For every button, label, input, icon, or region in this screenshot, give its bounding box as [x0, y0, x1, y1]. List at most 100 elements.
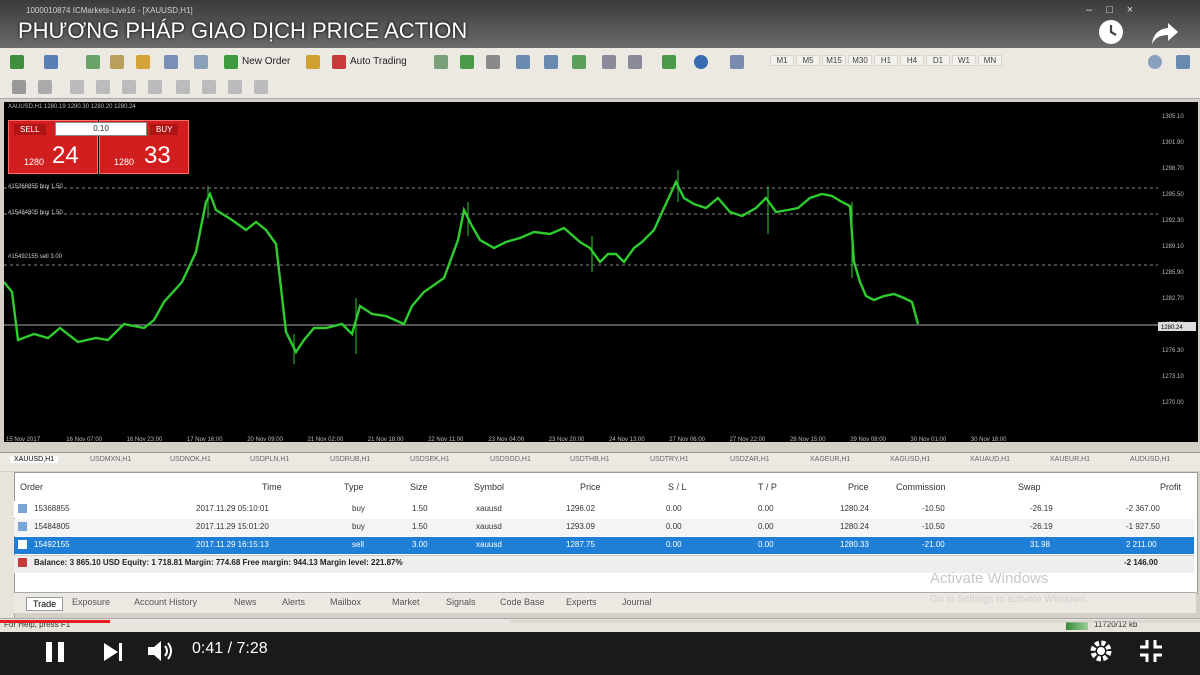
strategy-tester-icon[interactable]	[194, 55, 208, 69]
horizontal-line-icon[interactable]	[96, 80, 110, 94]
window-controls[interactable]: –□×	[1086, 4, 1147, 16]
terminal-tab[interactable]: News	[234, 597, 257, 607]
text-tool-icon[interactable]	[202, 80, 216, 94]
chart-tab[interactable]: USDSEK,H1	[410, 456, 450, 463]
cursor-icon[interactable]	[12, 80, 26, 94]
timeframe-h1[interactable]: H1	[874, 55, 898, 66]
chat-icon[interactable]	[1176, 55, 1190, 69]
column-header[interactable]: Symbol	[474, 482, 504, 492]
buy-price-prefix: 1280	[114, 157, 135, 167]
navigator-icon[interactable]	[136, 55, 150, 69]
table-row-selected[interactable]	[14, 537, 1194, 554]
chart-tab[interactable]: XAGUSD,H1	[890, 456, 930, 463]
profiles-icon[interactable]	[44, 55, 58, 69]
vertical-line-icon[interactable]	[70, 80, 84, 94]
column-header[interactable]: Time	[262, 482, 282, 492]
timeframe-w1[interactable]: W1	[952, 55, 976, 66]
terminal-tab[interactable]: Mailbox	[330, 597, 361, 607]
templates-icon[interactable]	[730, 55, 744, 69]
arrows-icon[interactable]	[254, 80, 268, 94]
volume-icon[interactable]	[146, 639, 176, 663]
date-tick-label: 23 Nov 20:00	[549, 437, 585, 443]
table-row[interactable]	[14, 519, 1194, 536]
timeframe-d1[interactable]: D1	[926, 55, 950, 66]
crosshair-icon[interactable]	[38, 80, 52, 94]
chart-tab[interactable]: USDNOK,H1	[170, 456, 211, 463]
buy-label[interactable]: BUY	[150, 124, 179, 135]
column-header[interactable]: Order	[20, 482, 43, 492]
share-icon[interactable]	[1150, 20, 1180, 46]
chart-tab[interactable]: USDTRY,H1	[650, 456, 689, 463]
balance-summary: Balance: 3 865.10 USD Equity: 1 718.81 M…	[34, 558, 403, 567]
cell-sl: 0.00	[666, 522, 682, 531]
exit-fullscreen-icon[interactable]	[1138, 638, 1164, 664]
chart-shift-icon[interactable]	[602, 55, 616, 69]
pause-icon[interactable]	[44, 640, 68, 664]
indicators-icon[interactable]	[662, 55, 676, 69]
new-chart-icon[interactable]	[10, 55, 24, 69]
data-window-icon[interactable]	[110, 55, 124, 69]
search-icon[interactable]	[1148, 55, 1162, 69]
terminal-tab[interactable]: Signals	[446, 597, 476, 607]
terminal-tab[interactable]: Account History	[134, 597, 197, 607]
column-header[interactable]: Size	[410, 482, 428, 492]
column-header[interactable]: Commission	[896, 482, 946, 492]
terminal-tab[interactable]: Code Base	[500, 597, 545, 607]
timeframe-h4[interactable]: H4	[900, 55, 924, 66]
date-tick-label: 24 Nov 13:00	[609, 437, 645, 443]
chart-tab[interactable]: AUDUSD,H1	[1130, 456, 1170, 463]
column-header[interactable]: S / L	[668, 482, 687, 492]
chart-tab[interactable]: USDTHB,H1	[570, 456, 610, 463]
chart-tab[interactable]: XAGEUR,H1	[810, 456, 850, 463]
timeframe-m1[interactable]: M1	[770, 55, 794, 66]
table-row[interactable]	[14, 501, 1194, 518]
video-title[interactable]: PHƯƠNG PHÁP GIAO DỊCH PRICE ACTION	[18, 18, 467, 44]
chart-tab[interactable]: USDZAR,H1	[730, 456, 770, 463]
next-icon[interactable]	[102, 641, 124, 663]
terminal-tab[interactable]: Alerts	[282, 597, 305, 607]
line-chart-icon[interactable]	[486, 55, 500, 69]
chart-tab[interactable]: USDSGD,H1	[490, 456, 531, 463]
column-header[interactable]: Price	[848, 482, 869, 492]
terminal-tab[interactable]: Market	[392, 597, 420, 607]
periods-icon[interactable]	[694, 55, 708, 69]
terminal-tab[interactable]: Experts	[566, 597, 597, 607]
new-order-button[interactable]: New Order	[242, 56, 290, 67]
chart-tab[interactable]: XAUAUD,H1	[970, 456, 1010, 463]
chart-tab[interactable]: XAUEUR,H1	[1050, 456, 1090, 463]
metaeditor-icon[interactable]	[306, 55, 320, 69]
column-header[interactable]: Price	[580, 482, 601, 492]
chart-tab[interactable]: USDPLN,H1	[250, 456, 289, 463]
terminal-tab[interactable]: Trade	[26, 597, 64, 611]
timeframe-m15[interactable]: M15	[822, 55, 846, 66]
zoom-out-icon[interactable]	[544, 55, 558, 69]
market-watch-icon[interactable]	[86, 55, 100, 69]
bar-chart-icon[interactable]	[434, 55, 448, 69]
chart-tab[interactable]: XAUUSD,H1	[10, 456, 59, 463]
sell-label[interactable]: SELL	[14, 124, 46, 135]
column-header[interactable]: Profit	[1160, 482, 1181, 492]
text-label-icon[interactable]	[228, 80, 242, 94]
column-header[interactable]: Type	[344, 482, 364, 492]
timeframe-m5[interactable]: M5	[796, 55, 820, 66]
autoscroll-icon[interactable]	[628, 55, 642, 69]
trendline-icon[interactable]	[122, 80, 136, 94]
zoom-in-icon[interactable]	[516, 55, 530, 69]
terminal-tab[interactable]: Journal	[622, 597, 652, 607]
auto-trading-button[interactable]: Auto Trading	[350, 56, 407, 67]
watch-later-icon[interactable]	[1097, 18, 1125, 46]
tile-windows-icon[interactable]	[572, 55, 586, 69]
timeframe-mn[interactable]: MN	[978, 55, 1002, 66]
lot-size-input[interactable]: 0.10	[55, 122, 147, 136]
chart-tab[interactable]: USDRUB,H1	[330, 456, 370, 463]
terminal-tab[interactable]: Exposure	[72, 597, 110, 607]
column-header[interactable]: Swap	[1018, 482, 1041, 492]
column-header[interactable]: T / P	[758, 482, 777, 492]
terminal-icon[interactable]	[164, 55, 178, 69]
channel-icon[interactable]	[148, 80, 162, 94]
chart-tab[interactable]: USDMXN,H1	[90, 456, 131, 463]
settings-gear-icon[interactable]	[1088, 638, 1114, 664]
fibonacci-icon[interactable]	[176, 80, 190, 94]
timeframe-m30[interactable]: M30	[848, 55, 872, 66]
candlestick-icon[interactable]	[460, 55, 474, 69]
